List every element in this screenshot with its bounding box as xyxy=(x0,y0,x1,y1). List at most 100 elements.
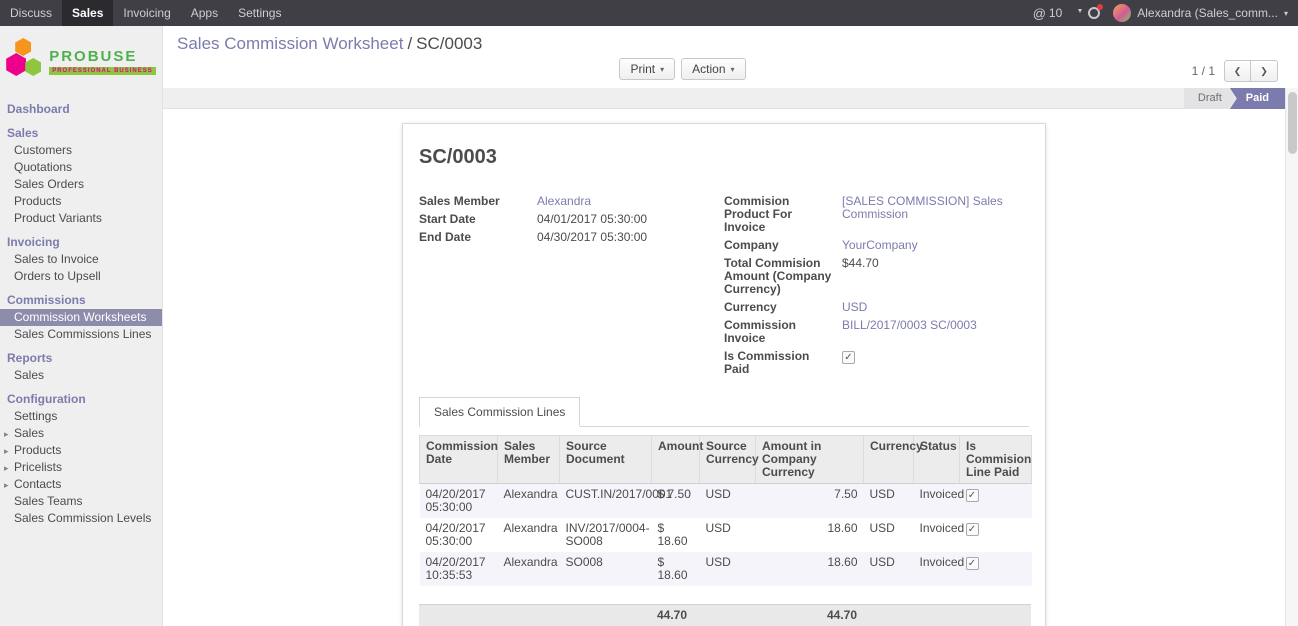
line-paid-checkbox[interactable]: ✓ xyxy=(966,557,979,570)
expand-icon: ▸ xyxy=(4,462,9,475)
col-commission-date[interactable]: Commission Date xyxy=(420,436,498,484)
col-amount[interactable]: Amount xyxy=(652,436,700,484)
table-totals-row: 44.70 44.70 xyxy=(419,604,1031,626)
status-cell: Invoiced xyxy=(914,552,960,586)
sidebar-item-label: Sales xyxy=(14,426,44,440)
tab-sales-commission-lines[interactable]: Sales Commission Lines xyxy=(419,397,580,427)
sidebar-item-settings[interactable]: Settings xyxy=(0,408,162,425)
line-paid-cell: ✓ xyxy=(960,552,1032,586)
sidebar-item-reports-sales[interactable]: Sales xyxy=(0,367,162,384)
commission-product-link[interactable]: [SALES COMMISSION] Sales Commission xyxy=(842,194,1003,221)
activity-icon[interactable] xyxy=(1088,7,1100,19)
pager-previous-button[interactable]: ❮ xyxy=(1224,60,1251,82)
col-is-commission-line-paid[interactable]: Is Commision Line Paid xyxy=(960,436,1032,484)
currency-cell: USD xyxy=(864,552,914,586)
sidebar-nav: Dashboard Sales Customers Quotations Sal… xyxy=(0,94,162,537)
sidebar-item-config-sales[interactable]: ▸ Sales xyxy=(0,425,162,442)
col-source-currency[interactable]: Source Currency xyxy=(700,436,756,484)
is-commission-paid-checkbox[interactable]: ✓ xyxy=(842,351,855,364)
sales-member-cell: Alexandra xyxy=(498,484,560,519)
sidebar-item-sales-teams[interactable]: Sales Teams xyxy=(0,493,162,510)
commission-date-cell: 04/20/2017 05:30:00 xyxy=(420,518,498,552)
status-draft[interactable]: Draft xyxy=(1184,88,1236,109)
expand-icon: ▸ xyxy=(4,479,9,492)
sidebar-item-label: Products xyxy=(14,443,61,457)
sidebar-item-sales-orders[interactable]: Sales Orders xyxy=(0,176,162,193)
sidebar-item-product-variants[interactable]: Product Variants xyxy=(0,210,162,227)
amount-cell: $ 18.60 xyxy=(652,552,700,586)
table-row[interactable]: 04/20/2017 05:30:00 Alexandra INV/2017/0… xyxy=(420,518,1032,552)
source-currency-cell: USD xyxy=(700,484,756,519)
user-name: Alexandra (Sales_comm... xyxy=(1137,6,1278,20)
chevron-down-icon: ▾ xyxy=(660,65,664,74)
breadcrumb-separator: / xyxy=(403,34,416,53)
status-cell: Invoiced xyxy=(914,518,960,552)
sales-member-link[interactable]: Alexandra xyxy=(537,194,591,208)
print-button[interactable]: Print ▾ xyxy=(619,58,675,80)
field-label: End Date xyxy=(419,231,537,244)
company-link[interactable]: YourCompany xyxy=(842,238,918,252)
sidebar-section-invoicing: Invoicing xyxy=(0,227,162,251)
sidebar-item-config-contacts[interactable]: ▸ Contacts xyxy=(0,476,162,493)
menu-sales[interactable]: Sales xyxy=(62,0,113,26)
sidebar-item-commission-worksheets[interactable]: Commission Worksheets xyxy=(0,309,162,326)
source-document-cell: SO008 xyxy=(560,552,652,586)
commission-date-cell: 04/20/2017 10:35:53 xyxy=(420,552,498,586)
currency-link[interactable]: USD xyxy=(842,300,867,314)
field-total-commission-amount: Total Commision Amount (Company Currency… xyxy=(724,257,1029,296)
sidebar-item-quotations[interactable]: Quotations xyxy=(0,159,162,176)
sidebar-item-sales-to-invoice[interactable]: Sales to Invoice xyxy=(0,251,162,268)
breadcrumb-parent-link[interactable]: Sales Commission Worksheet xyxy=(177,34,403,53)
form-view: SC/0003 Sales Member Alexandra Start Dat… xyxy=(163,109,1285,626)
top-navbar: Discuss Sales Invoicing Apps Settings @ … xyxy=(0,0,1298,26)
line-paid-checkbox[interactable]: ✓ xyxy=(966,489,979,502)
commission-invoice-link[interactable]: BILL/2017/0003 SC/0003 xyxy=(842,318,977,332)
table-row[interactable]: 04/20/2017 10:35:53 Alexandra SO008 $ 18… xyxy=(420,552,1032,586)
field-label: Sales Member xyxy=(419,195,537,208)
total-commission-amount-value: $44.70 xyxy=(842,257,1029,296)
menu-invoicing[interactable]: Invoicing xyxy=(113,0,180,26)
logo-subtitle: PROFESSIONAL BUSINESS xyxy=(49,67,156,75)
action-button[interactable]: Action ▾ xyxy=(681,58,745,80)
col-currency[interactable]: Currency xyxy=(864,436,914,484)
end-date-value: 04/30/2017 05:30:00 xyxy=(537,231,724,244)
company-amount-cell: 18.60 xyxy=(756,552,864,586)
sidebar-item-config-pricelists[interactable]: ▸ Pricelists xyxy=(0,459,162,476)
sidebar-item-orders-to-upsell[interactable]: Orders to Upsell xyxy=(0,268,162,285)
sidebar-item-dashboard[interactable]: Dashboard xyxy=(0,94,162,118)
source-document-cell: INV/2017/0004-SO008 xyxy=(560,518,652,552)
main-menu: Discuss Sales Invoicing Apps Settings xyxy=(0,0,291,26)
menu-discuss[interactable]: Discuss xyxy=(0,0,62,26)
table-row[interactable]: 04/20/2017 05:30:00 Alexandra CUST.IN/20… xyxy=(420,484,1032,519)
user-menu[interactable]: Alexandra (Sales_comm... ▾ xyxy=(1113,4,1288,22)
field-group-right: Commision Product For Invoice [SALES COM… xyxy=(724,195,1029,381)
col-amount-company-currency[interactable]: Amount in Company Currency xyxy=(756,436,864,484)
vertical-scrollbar[interactable] xyxy=(1285,88,1298,626)
sidebar-item-products[interactable]: Products xyxy=(0,193,162,210)
mention-counter[interactable]: @ 10 xyxy=(1033,6,1063,21)
line-paid-checkbox[interactable]: ✓ xyxy=(966,523,979,536)
expand-icon: ▸ xyxy=(4,428,9,441)
sidebar-item-label: Contacts xyxy=(14,477,61,491)
field-label: Is Commission Paid xyxy=(724,350,842,376)
logo-hexagons-icon xyxy=(6,38,44,84)
sidebar-item-config-products[interactable]: ▸ Products xyxy=(0,442,162,459)
menu-settings[interactable]: Settings xyxy=(228,0,291,26)
sidebar-item-sales-commission-levels[interactable]: Sales Commission Levels xyxy=(0,510,162,527)
col-source-document[interactable]: Source Document xyxy=(560,436,652,484)
notebook-tabs: Sales Commission Lines xyxy=(419,397,1029,427)
col-sales-member[interactable]: Sales Member xyxy=(498,436,560,484)
pager-next-button[interactable]: ❯ xyxy=(1251,60,1278,82)
status-paid[interactable]: Paid xyxy=(1230,88,1285,109)
breadcrumb-current: SC/0003 xyxy=(416,34,482,53)
col-status[interactable]: Status xyxy=(914,436,960,484)
menu-apps[interactable]: Apps xyxy=(181,0,228,26)
field-label: Currency xyxy=(724,301,842,314)
sidebar-item-sales-commissions-lines[interactable]: Sales Commissions Lines xyxy=(0,326,162,343)
company-amount-cell: 18.60 xyxy=(756,518,864,552)
scrollbar-thumb[interactable] xyxy=(1288,92,1297,154)
expand-icon: ▸ xyxy=(4,445,9,458)
line-paid-cell: ✓ xyxy=(960,518,1032,552)
sidebar-item-customers[interactable]: Customers xyxy=(0,142,162,159)
field-groups: Sales Member Alexandra Start Date 04/01/… xyxy=(419,195,1029,381)
